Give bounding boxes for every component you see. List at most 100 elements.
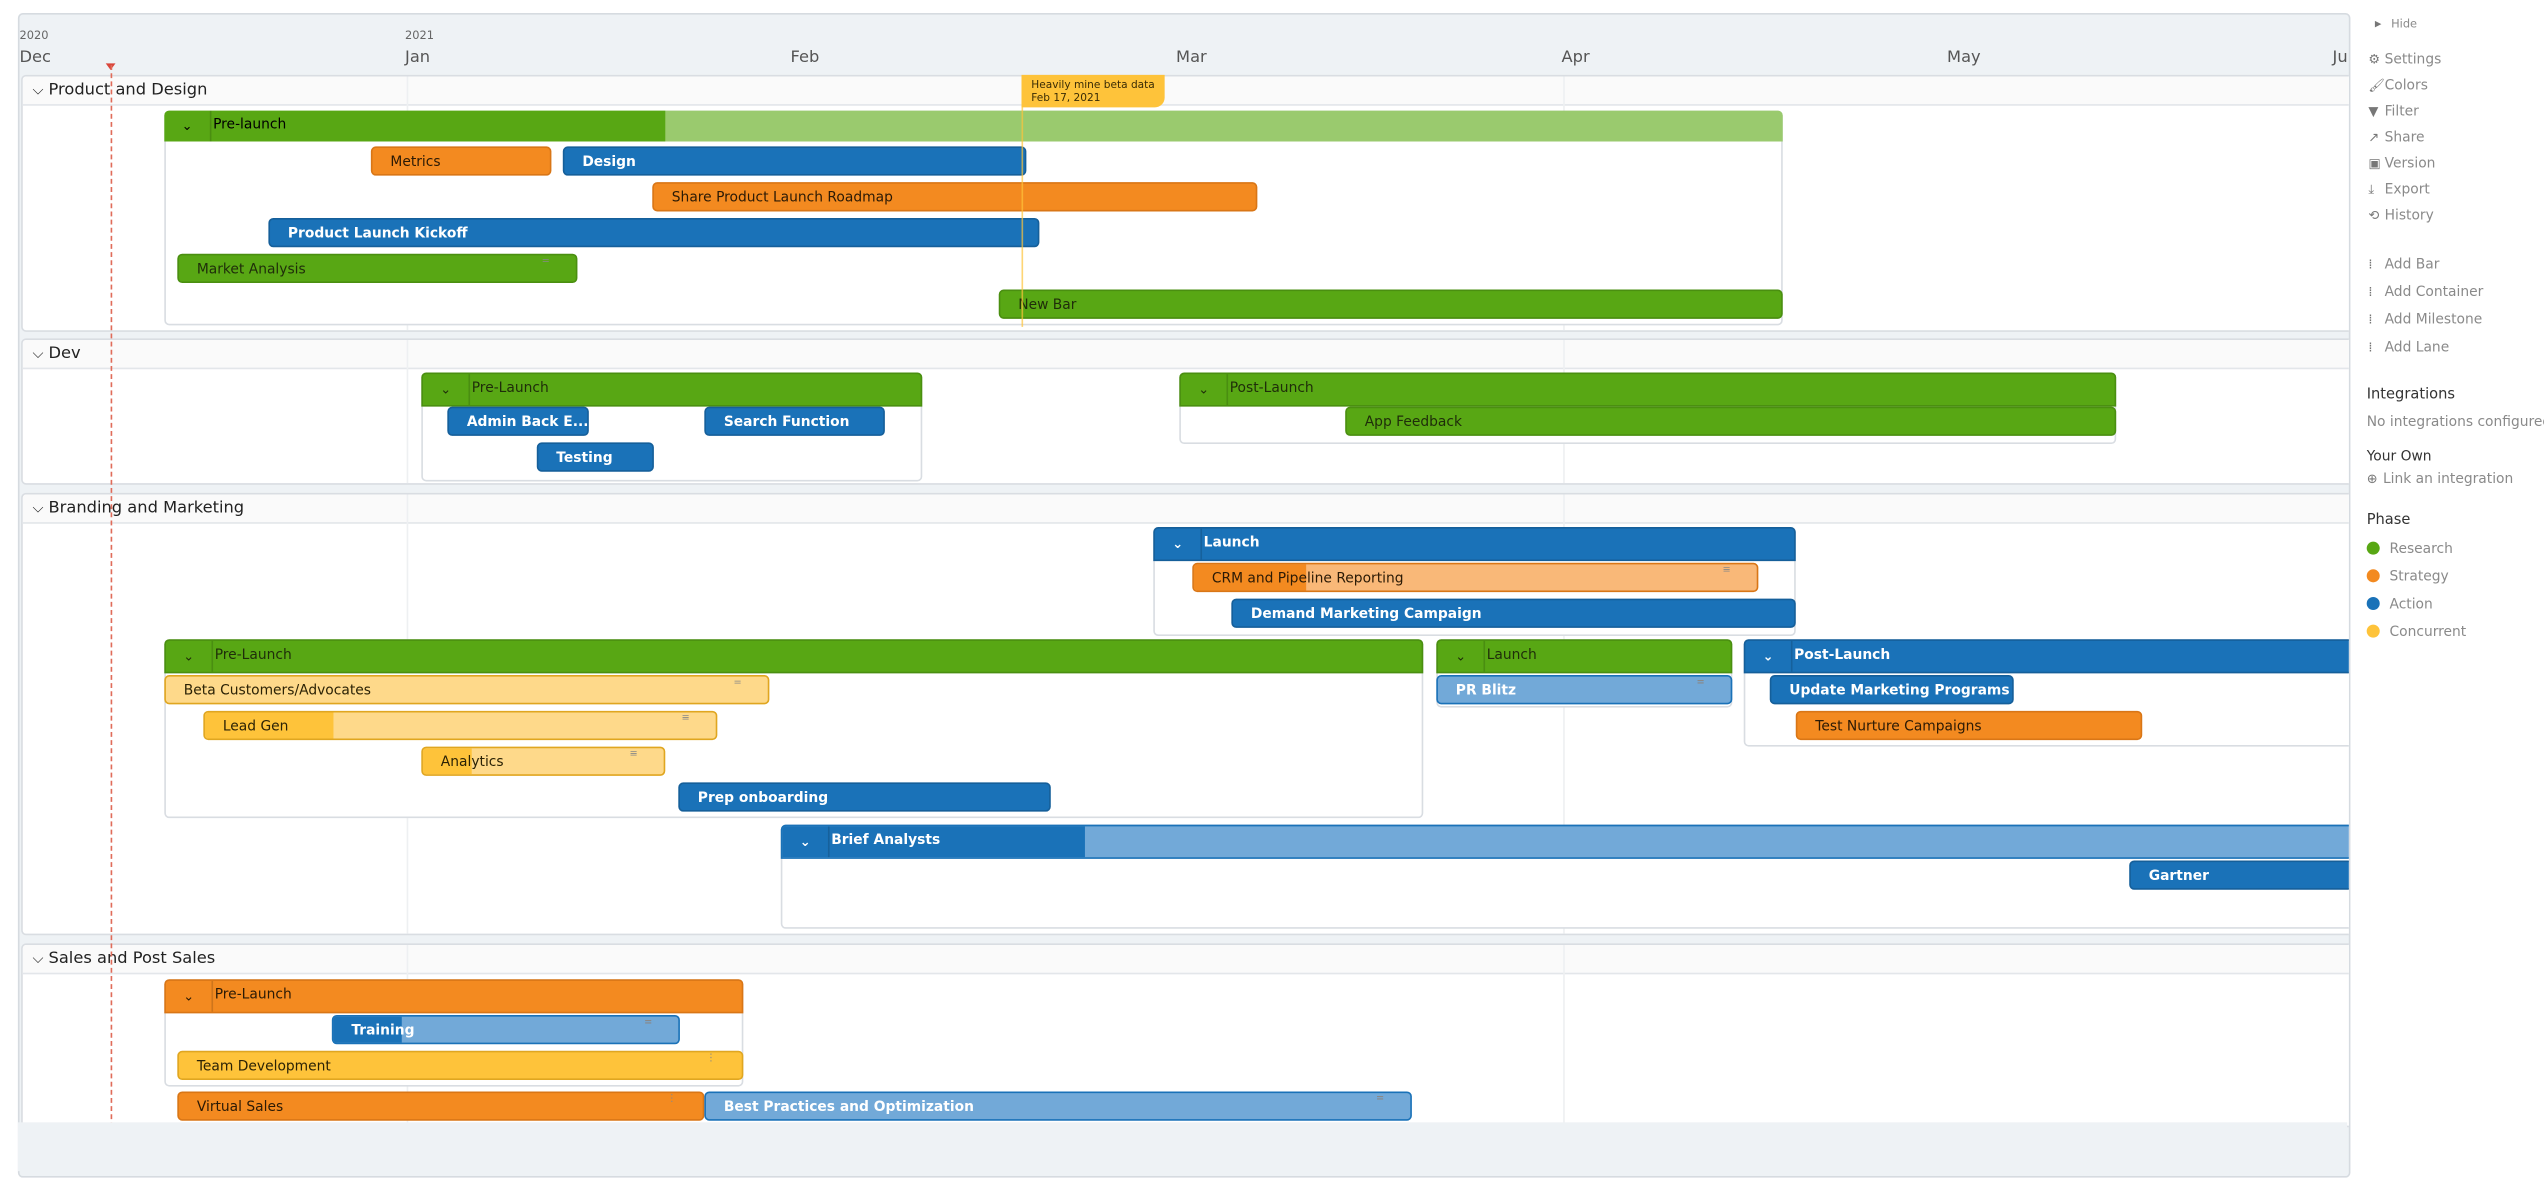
container-header[interactable]: ⌄ Pre-Launch <box>421 372 923 407</box>
chevron-down-icon[interactable]: ⌄ <box>166 980 214 1012</box>
share-icon: ↗ <box>2368 130 2380 145</box>
menu-settings[interactable]: ⚙ Settings <box>2368 52 2441 68</box>
bar[interactable]: Analytics ≡ <box>421 746 666 776</box>
milestone-flag[interactable]: Heavily mine beta data Feb 17, 2021 <box>1021 74 1165 108</box>
bar[interactable]: Market Analysis = <box>177 253 578 284</box>
container-header[interactable]: ⌄ Pre-launch <box>164 110 1783 142</box>
drag-handle-icon[interactable]: ≡ <box>629 749 637 760</box>
bar[interactable]: Demand Marketing Campaign <box>1231 598 1796 628</box>
lane-header[interactable]: ⌵ Sales and Post Sales <box>22 945 2349 975</box>
bar[interactable]: Design <box>562 146 1027 176</box>
container-header[interactable]: ⌄ Post-Launch <box>1179 372 2117 407</box>
drag-handle-icon[interactable]: ≡ <box>681 713 689 724</box>
menu-history[interactable]: ⟲ History <box>2368 208 2433 224</box>
drag-handle-icon[interactable]: = <box>644 1017 652 1028</box>
bar[interactable]: App Feedback <box>1345 406 2117 436</box>
bar-label: Lead Gen <box>222 718 289 736</box>
chevron-down-icon[interactable]: ⌄ <box>423 374 471 406</box>
chevron-down-icon[interactable]: ⌄ <box>166 640 214 672</box>
bar[interactable]: Training = <box>331 1014 680 1045</box>
filter-icon: ▼ <box>2368 104 2379 119</box>
bar[interactable]: Update Marketing Programs <box>1769 675 2014 705</box>
bar[interactable]: Lead Gen ≡ <box>203 710 718 741</box>
container-header[interactable]: ⌄ Pre-Launch <box>164 639 1424 674</box>
container-bm-brief[interactable]: ⌄ Brief Analysts <box>780 824 2349 929</box>
menu-colors[interactable]: 🖌︎Colors <box>2368 78 2428 94</box>
download-icon: ⤓ <box>2368 182 2375 197</box>
hide-panel-button[interactable]: ▸ Hide <box>2375 16 2417 31</box>
menu-filter[interactable]: ▼ Filter <box>2368 104 2419 120</box>
bar[interactable]: PR Blitz = <box>1436 675 1733 705</box>
hide-label: Hide <box>2391 17 2418 31</box>
milestone-date: Feb 17, 2021 <box>1031 91 1101 105</box>
link-integration-button[interactable]: ⊕ Link an integration <box>2367 472 2514 488</box>
legend-label: Strategy <box>2389 569 2449 586</box>
bar[interactable]: Testing <box>536 442 654 472</box>
add-milestone-button[interactable]: ⁞ Add Milestone <box>2368 312 2482 328</box>
month-label: Jan <box>405 48 431 67</box>
drag-handle-icon[interactable]: = <box>1376 1094 1384 1105</box>
drag-grip-icon: ⁞ <box>2368 284 2373 300</box>
today-line <box>110 65 113 1128</box>
container-header[interactable]: ⌄ Launch <box>1436 639 1733 674</box>
bar[interactable]: Best Practices and Optimization = <box>704 1091 1412 1121</box>
drag-handle-icon[interactable]: ≡ <box>1723 565 1731 576</box>
link-label: Link an integration <box>2382 471 2514 488</box>
drag-handle-icon[interactable]: ⋮ <box>706 1053 716 1064</box>
bar-label: Analytics <box>440 754 504 772</box>
chevron-down-icon[interactable]: ⌵ <box>33 346 44 362</box>
menu-share[interactable]: ↗ Share <box>2368 130 2424 146</box>
lane-title: Sales and Post Sales <box>48 949 216 968</box>
bar-label: Beta Customers/Advocates <box>183 683 371 700</box>
chevron-down-icon[interactable]: ⌄ <box>1181 374 1229 406</box>
menu-label: Share <box>2384 130 2425 147</box>
container-header[interactable]: ⌄ Brief Analysts <box>780 824 2349 859</box>
container-header[interactable]: ⌄ Post-Launch <box>1743 639 2349 674</box>
bar[interactable]: Admin Back E... <box>447 406 589 436</box>
bar[interactable]: Virtual Sales ⋮ <box>177 1091 705 1121</box>
add-bar-button[interactable]: ⁞ Add Bar <box>2368 257 2439 273</box>
bar[interactable]: Share Product Launch Roadmap <box>652 182 1258 212</box>
drag-handle-icon[interactable]: = <box>1696 677 1704 688</box>
chevron-down-icon[interactable]: ⌵ <box>33 501 44 517</box>
chevron-down-icon[interactable]: ⌄ <box>1155 528 1203 560</box>
bar[interactable]: Prep onboarding <box>678 782 1051 812</box>
lane-header[interactable]: ⌵ Dev <box>22 339 2349 370</box>
bar[interactable]: Beta Customers/Advocates = <box>164 675 770 705</box>
lane-header[interactable]: ⌵ Branding and Marketing <box>22 494 2349 524</box>
lane-branding-and-marketing: ⌵ Branding and Marketing ⌄ Launch CRM and… <box>21 492 2349 936</box>
bar[interactable]: New Bar <box>998 289 1783 319</box>
chevron-down-icon[interactable]: ⌄ <box>782 826 830 858</box>
chevron-down-icon[interactable]: ⌄ <box>164 110 212 142</box>
bar[interactable]: Product Launch Kickoff <box>268 217 1040 248</box>
menu-label: Filter <box>2384 104 2419 121</box>
drag-handle-icon[interactable]: ⋮ <box>667 1094 677 1105</box>
bar[interactable]: Gartner <box>2129 860 2349 890</box>
menu-version[interactable]: ▣ Version <box>2368 156 2435 172</box>
chevron-down-icon[interactable]: ⌄ <box>1438 640 1486 672</box>
month-label: Mar <box>1176 48 1207 67</box>
lane-sales-and-post-sales: ⌵ Sales and Post Sales ⌄ Pre-Launch Train… <box>21 943 2349 1128</box>
bar[interactable]: Test Nurture Campaigns <box>1795 710 2143 741</box>
bar[interactable]: Metrics <box>370 146 552 176</box>
container-header[interactable]: ⌄ Pre-Launch <box>164 979 744 1014</box>
chevron-down-icon[interactable]: ⌵ <box>33 952 44 968</box>
menu-label: Colors <box>2384 78 2428 95</box>
legend-label: Research <box>2389 541 2453 558</box>
bar[interactable]: CRM and Pipeline Reporting ≡ <box>1192 562 1759 593</box>
brush-icon: 🖌︎ <box>2368 78 2385 93</box>
bar[interactable]: Search Function <box>704 406 885 436</box>
bar[interactable]: Team Development ⋮ <box>177 1050 744 1081</box>
chevron-down-icon[interactable]: ⌄ <box>1745 640 1793 672</box>
container-header[interactable]: ⌄ Launch <box>1153 527 1796 562</box>
chevron-down-icon[interactable]: ⌵ <box>33 83 44 99</box>
caret-right-icon: ▸ <box>2374 16 2382 31</box>
menu-label: Version <box>2384 156 2436 173</box>
lane-header[interactable]: ⌵ Product and Design <box>22 76 2349 106</box>
menu-export[interactable]: ⤓ Export <box>2368 182 2430 198</box>
add-lane-button[interactable]: ⁞ Add Lane <box>2368 340 2449 356</box>
timeline-chart: 2020 2021 Dec Jan Feb Mar Apr May Jun ⌵P… <box>17 13 2351 1178</box>
drag-handle-icon[interactable]: = <box>734 677 742 688</box>
add-container-button[interactable]: ⁞ Add Container <box>2368 285 2483 301</box>
drag-handle-icon[interactable]: = <box>542 256 550 267</box>
